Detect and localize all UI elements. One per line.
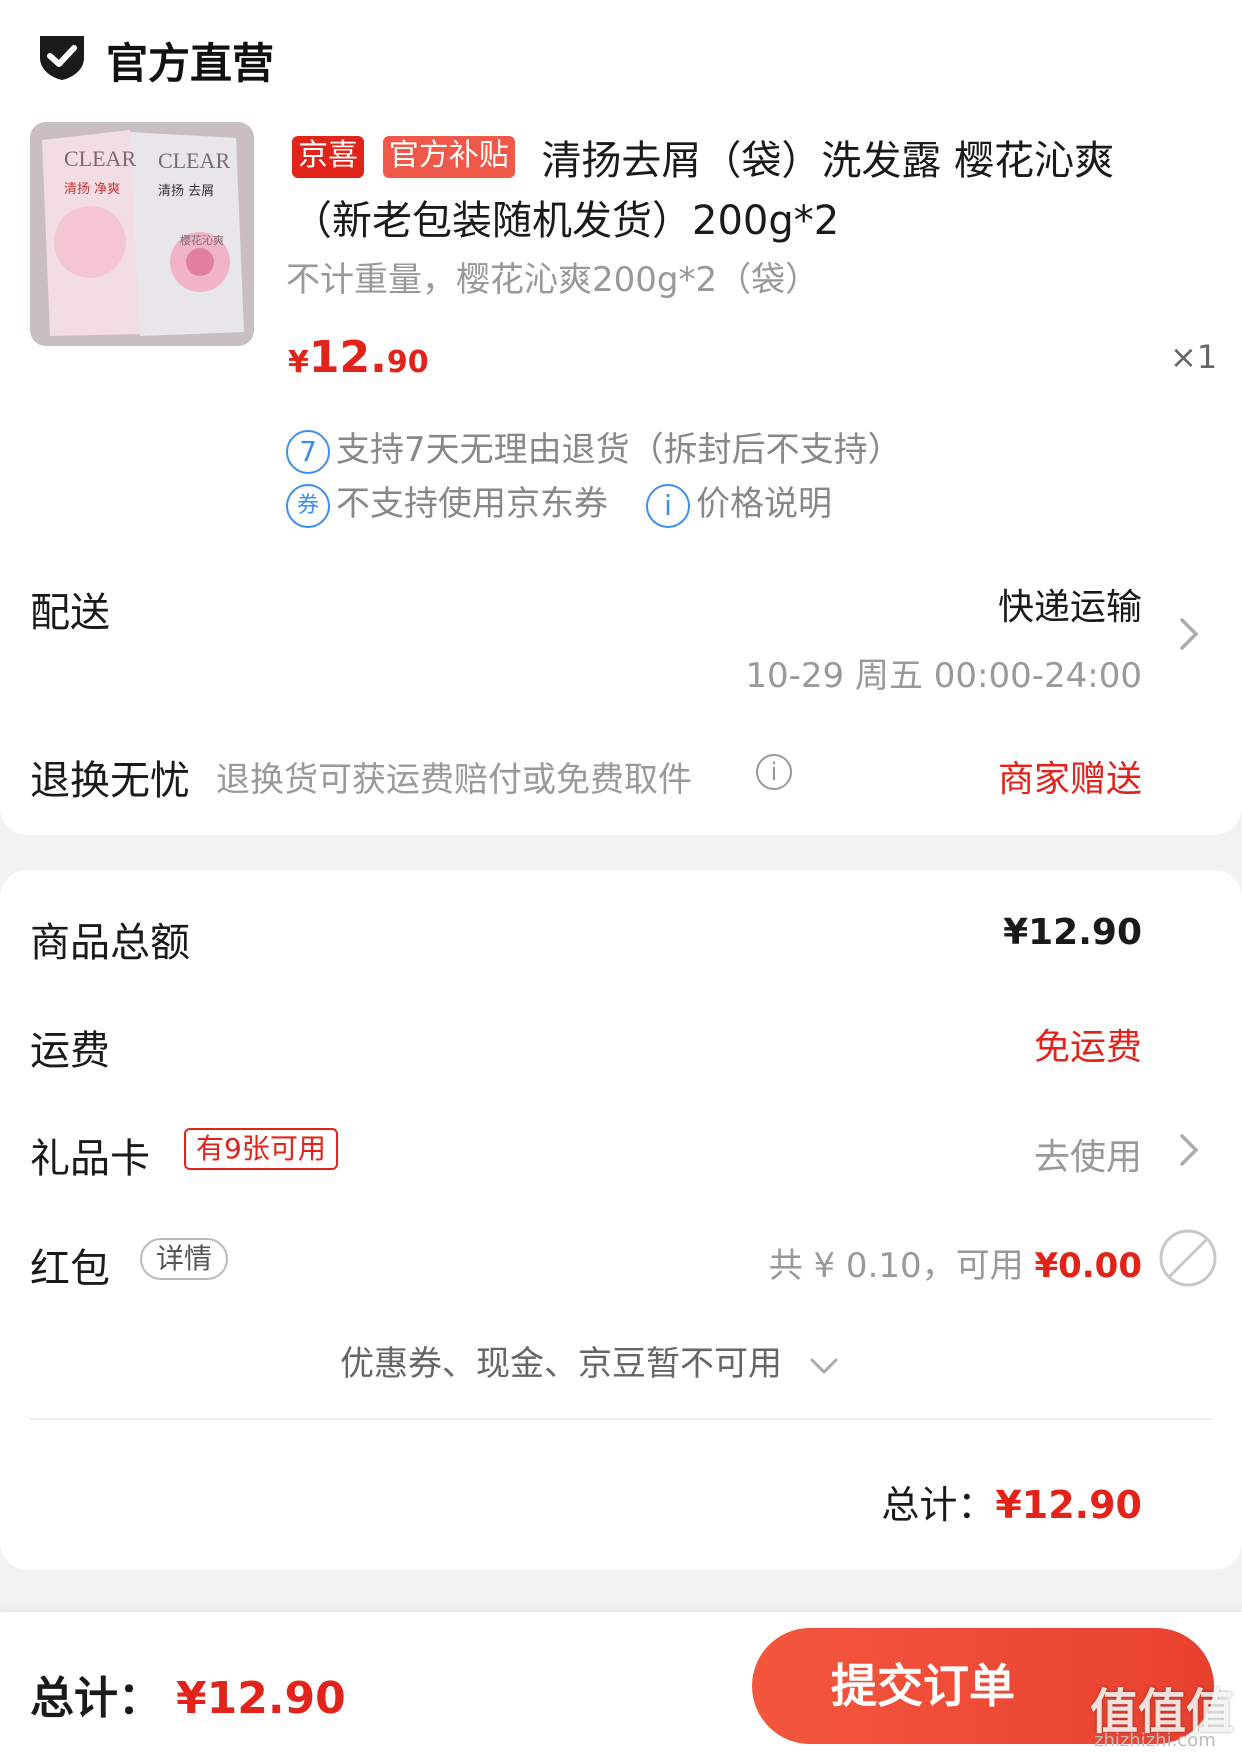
gift-card-use[interactable]: 去使用 <box>1034 1128 1142 1180</box>
price-explanation-link[interactable]: i 价格说明 <box>646 476 832 528</box>
red-packet-amount: 共 ¥ 0.10，可用 ¥0.00 <box>768 1246 1142 1286</box>
product-price: ¥12.90 <box>288 332 429 383</box>
order-summary-card <box>0 870 1242 1570</box>
shipping-value: 免运费 <box>1033 1027 1142 1068</box>
product-image-brand-left: CLEAR <box>64 146 137 171</box>
product-quantity: ×1 <box>1170 338 1218 376</box>
service-return-7days: 7 支持7天无理由退货（拆封后不支持） <box>286 422 902 474</box>
coupon-forbidden-icon: 券 <box>286 483 330 528</box>
return-value: 商家赠送 <box>997 759 1142 800</box>
return-description: 退换货可获运费赔付或免费取件 <box>216 760 692 800</box>
red-packet-detail-button[interactable]: 详情 <box>140 1238 229 1280</box>
goods-total-label: 商品总额 <box>30 920 190 966</box>
unavailable-note[interactable]: 优惠券、现金、京豆暂不可用 <box>340 1336 839 1385</box>
product-image-label-left: 清扬 净爽 <box>64 182 121 197</box>
delivery-method[interactable]: 快递运输 <box>998 578 1142 630</box>
gift-card-label: 礼品卡 <box>30 1136 150 1182</box>
product-image-brand-right: CLEAR <box>158 148 231 173</box>
product-spec: 不计重量，樱花沁爽200g*2（袋） <box>286 260 820 300</box>
product-image-flower-text: 樱花沁爽 <box>180 234 224 247</box>
delivery-label: 配送 <box>30 590 110 636</box>
product-title-line1[interactable]: 京喜 官方补贴 清扬去屑（袋）洗发露 樱花沁爽 <box>292 128 1114 186</box>
shop-name[interactable]: 官方直营 <box>106 30 274 91</box>
service-no-coupon: 券不支持使用京东券 <box>286 476 608 528</box>
delivery-time[interactable]: 10-29 周五 00:00-24:00 <box>745 648 1142 697</box>
gift-card-badge: 有9张可用 <box>184 1128 338 1170</box>
chevron-down-icon <box>810 1358 838 1374</box>
subsidy-tag: 官方补贴 <box>382 136 515 178</box>
info-icon: i <box>646 483 690 528</box>
submit-order-label: 提交订单 <box>831 1659 1015 1713</box>
jingxi-tag: 京喜 <box>292 136 364 178</box>
red-packet-disabled-icon[interactable] <box>1158 1228 1218 1288</box>
goods-total-value: ¥12.90 <box>1003 912 1142 953</box>
return-info-icon[interactable]: i <box>756 754 792 790</box>
footer-total: 总计： ¥12.90 <box>30 1673 346 1724</box>
product-image-label-right: 清扬 去屑 <box>158 184 215 199</box>
shield-check-icon <box>40 36 84 80</box>
summary-total: 总计：¥12.90 <box>881 1483 1142 1527</box>
summary-divider <box>30 1418 1212 1420</box>
product-image[interactable]: CLEAR CLEAR 清扬 净爽 清扬 去屑 樱花沁爽 <box>30 122 254 346</box>
seven-day-icon: 7 <box>286 429 330 474</box>
product-title-text: 清扬去屑（袋）洗发露 樱花沁爽 <box>541 138 1115 184</box>
shipping-label: 运费 <box>30 1028 110 1074</box>
product-title-line2[interactable]: （新老包装随机发货）200g*2 <box>292 188 839 246</box>
red-packet-label: 红包 <box>30 1246 110 1292</box>
watermark-url: zhizhizhi.com <box>1094 1730 1216 1751</box>
delivery-chevron-right-icon[interactable] <box>1178 616 1200 652</box>
return-label: 退换无忧 <box>30 758 190 804</box>
gift-card-chevron-right-icon[interactable] <box>1178 1132 1200 1168</box>
